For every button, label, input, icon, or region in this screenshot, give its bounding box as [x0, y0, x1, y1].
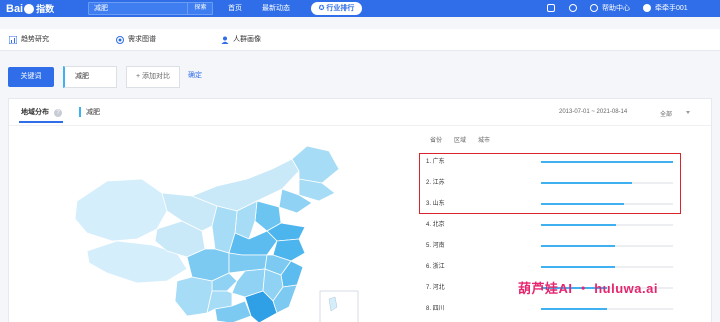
baidu-index-logo[interactable]: Bai 指数 [6, 1, 54, 16]
map-region-yunnan [174, 276, 213, 317]
ranking-label: 4. 北京 [426, 222, 445, 228]
trend-chart-icon [9, 36, 17, 44]
keyword-tag: 减肥 [79, 107, 100, 117]
industry-rank-button[interactable]: ✪ 行业排行 [311, 2, 362, 15]
nav-latest-news[interactable]: 最新动态 [262, 0, 290, 17]
map-region-henan [228, 230, 278, 256]
tab-province[interactable]: 省份 [430, 135, 442, 144]
confirm-button[interactable]: 确定 [188, 66, 202, 88]
tab-city[interactable]: 城市 [478, 135, 490, 144]
nav-home[interactable]: 首页 [228, 0, 242, 17]
ranking-row: 6. 浙江 [426, 260, 686, 274]
sub-nav: 趋势研究 需求图谱 人群画像 [0, 29, 720, 51]
ranking-label: 8. 四川 [426, 306, 445, 312]
ranking-track [541, 266, 673, 268]
ranking-row: 4. 北京 [426, 218, 686, 232]
ranking-bar [541, 224, 617, 226]
ranking-bar [541, 308, 607, 310]
search-button[interactable]: 探索 [187, 2, 213, 15]
map-region-xinjiang [74, 178, 168, 242]
ranking-row: 8. 四川 [426, 302, 686, 316]
people-icon [221, 36, 229, 44]
south-china-sea-inset [319, 290, 359, 322]
top-bar: Bai 指数 减肥 探索 首页 最新动态 ✪ 行业排行 帮助中心 牵牵手001 [0, 0, 720, 17]
keyword-field[interactable]: 减肥 [63, 66, 117, 88]
ranking-row: 5. 河南 [426, 239, 686, 253]
tab-underline [19, 121, 63, 123]
map-region-heilongjiang [291, 145, 340, 184]
ranking-label: 7. 河北 [426, 285, 445, 291]
date-range-picker[interactable]: 2013-07-01 ~ 2021-08-14 [559, 109, 627, 115]
paw-icon [24, 3, 35, 14]
divider [9, 125, 711, 126]
watermark: 葫芦娃AI ・ huluwa.ai [518, 281, 658, 296]
logo-subtext: 指数 [36, 4, 55, 14]
top3-highlight-box [419, 153, 681, 214]
tab-trend-research[interactable]: 趋势研究 [21, 29, 49, 51]
china-map[interactable] [67, 141, 367, 322]
ranking-bar [541, 245, 615, 247]
tab-area[interactable]: 区域 [454, 135, 466, 144]
radar-icon [116, 36, 124, 44]
map-region-jilin [298, 178, 336, 202]
region-select[interactable]: 全部 [660, 109, 672, 118]
username[interactable]: 牵牵手001 [655, 0, 688, 17]
tab-region-distribution[interactable]: 地域分布 [21, 107, 49, 117]
ranking-track [541, 224, 673, 226]
avatar[interactable] [643, 4, 651, 12]
keyword-button[interactable]: 关键词 [8, 67, 54, 87]
ranking-track [541, 308, 673, 310]
wechat-icon[interactable] [569, 4, 577, 12]
logo-text: Bai [6, 2, 24, 15]
mobile-icon[interactable] [547, 4, 555, 12]
ranking-label: 6. 浙江 [426, 264, 445, 270]
ranking-bar [541, 266, 615, 268]
industry-rank-label: 行业排行 [326, 5, 355, 12]
tab-demand-graph[interactable]: 需求图谱 [128, 29, 156, 51]
tab-crowd-portrait[interactable]: 人群画像 [233, 29, 261, 51]
question-icon[interactable]: ? [54, 109, 62, 117]
help-icon[interactable] [590, 4, 598, 12]
add-compare-button[interactable]: + 添加对比 [126, 66, 180, 88]
ranking-label: 5. 河南 [426, 243, 445, 249]
chevron-down-icon[interactable] [686, 111, 690, 114]
help-center-link[interactable]: 帮助中心 [602, 0, 630, 17]
ranking-track [541, 245, 673, 247]
